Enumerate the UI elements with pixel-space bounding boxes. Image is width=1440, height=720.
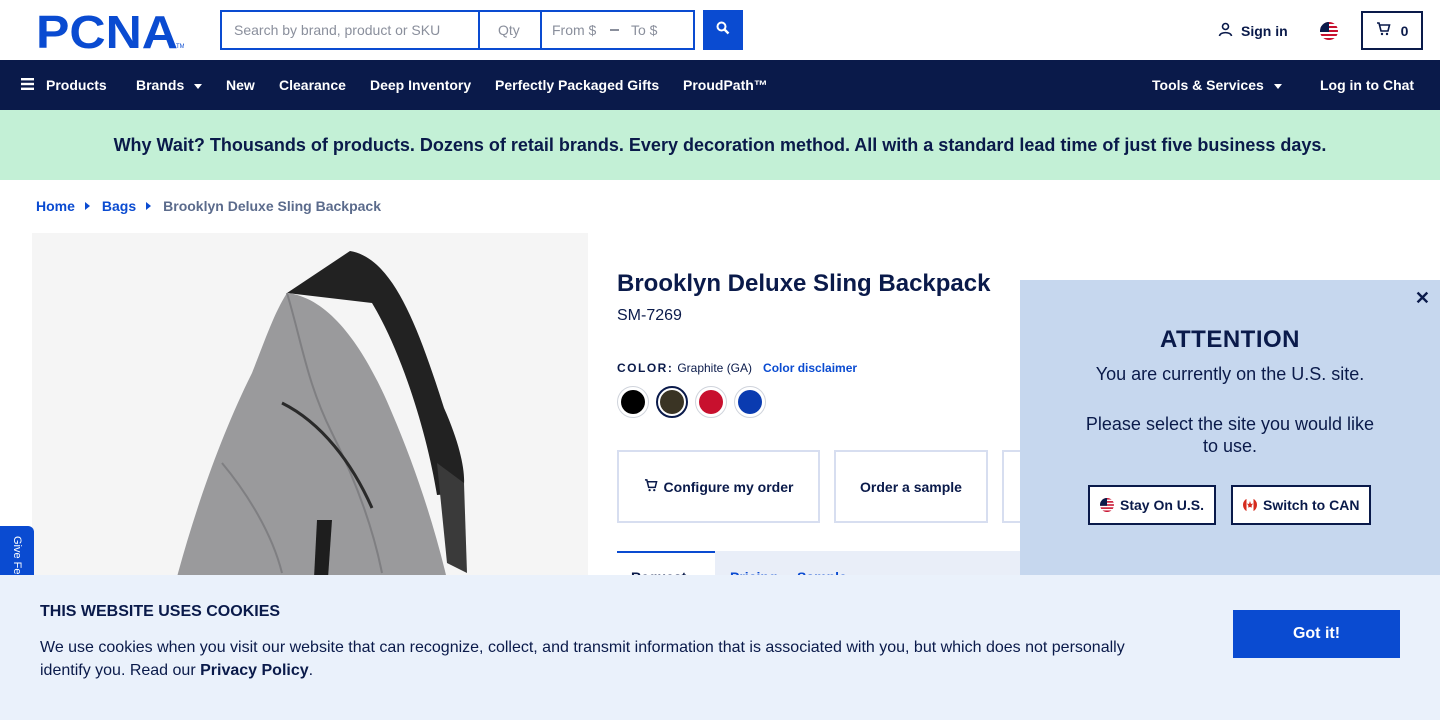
pcna-logo[interactable]: PCNA TM (36, 6, 185, 58)
nav-gifts-label: Perfectly Packaged Gifts (495, 77, 660, 93)
configure-order-label: Configure my order (663, 478, 794, 495)
nav-new-label: New (226, 77, 255, 93)
site-header: PCNA TM Sign in 0 (0, 0, 1440, 60)
attention-message: You are currently on the U.S. site. (1095, 364, 1365, 384)
breadcrumb-home[interactable]: Home (36, 198, 75, 214)
nav-brands[interactable]: Brands (136, 60, 203, 110)
nav-tools-services[interactable]: Tools & Services (1152, 60, 1282, 110)
nav-deep-inventory[interactable]: Deep Inventory (370, 60, 471, 110)
privacy-policy-link[interactable]: Privacy Policy (200, 662, 309, 679)
stay-us-button[interactable]: Stay On U.S. (1088, 485, 1217, 525)
breadcrumb: Home Bags Brooklyn Deluxe Sling Backpack (36, 198, 381, 214)
swatch-dot (699, 390, 723, 414)
cookie-text-block: We use cookies when you visit our websit… (40, 636, 1150, 682)
close-icon[interactable]: ✕ (1415, 288, 1430, 309)
chevron-down-icon (1273, 83, 1282, 89)
swatch-black[interactable] (617, 386, 649, 418)
nav-tools-label: Tools & Services (1152, 77, 1264, 93)
swatch-red[interactable] (695, 386, 727, 418)
swatch-dot (738, 390, 762, 414)
us-flag-icon (1100, 498, 1114, 512)
nav-deep-inventory-label: Deep Inventory (370, 77, 472, 93)
order-sample-label: Order a sample (860, 478, 962, 495)
price-from-input[interactable] (552, 22, 604, 38)
price-range (540, 10, 695, 50)
stay-us-label: Stay On U.S. (1120, 497, 1205, 513)
site-selector-popup: ✕ ATTENTION You are currently on the U.S… (1020, 280, 1440, 580)
chat-login-label: Log in to Chat (1320, 77, 1415, 93)
promo-text: Why Wait? Thousands of products. Dozens … (113, 134, 1327, 155)
breadcrumb-bags[interactable]: Bags (102, 198, 136, 214)
cart-icon (644, 478, 658, 495)
qty-input[interactable] (478, 10, 540, 50)
menu-icon (21, 77, 34, 93)
canada-flag-icon (1243, 498, 1257, 512)
sign-in-link[interactable]: Sign in (1218, 22, 1288, 40)
cookie-accept-button[interactable]: Got it! (1233, 610, 1400, 658)
attention-title: ATTENTION (1159, 326, 1301, 353)
nav-products[interactable]: Products (21, 60, 107, 110)
product-sku: SM-7269 (617, 307, 682, 324)
product-title: Brooklyn Deluxe Sling Backpack (617, 270, 991, 297)
configure-order-button[interactable]: Configure my order (617, 450, 820, 523)
price-dash (610, 29, 619, 31)
chevron-down-icon (194, 83, 203, 89)
us-flag-icon[interactable] (1320, 22, 1338, 40)
cart-count: 0 (1400, 22, 1409, 39)
search-input[interactable] (220, 10, 478, 50)
svg-text:PCNA: PCNA (36, 12, 178, 50)
price-to-input[interactable] (631, 22, 683, 38)
cart-icon (1376, 22, 1391, 39)
swatch-dot (660, 390, 684, 414)
cookie-banner: THIS WEBSITE USES COOKIES We use cookies… (0, 575, 1440, 720)
search-icon (716, 21, 730, 40)
main-nav: Products Brands New Clearance Deep Inven… (0, 60, 1440, 110)
nav-new[interactable]: New (226, 60, 255, 110)
svg-text:TM: TM (176, 44, 184, 50)
promo-banner: Why Wait? Thousands of products. Dozens … (0, 110, 1440, 180)
breadcrumb-arrow-icon (84, 202, 90, 210)
user-icon (1218, 22, 1233, 40)
chat-login-link[interactable]: Log in to Chat (1320, 60, 1414, 110)
search-button[interactable] (703, 10, 743, 50)
swatch-graphite[interactable] (656, 386, 688, 418)
nav-proudpath-label: ProudPath™ (683, 77, 768, 93)
color-label: COLOR: (617, 361, 674, 375)
nav-proudpath[interactable]: ProudPath™ (683, 60, 768, 110)
swatch-dot (621, 390, 645, 414)
breadcrumb-arrow-icon (146, 202, 152, 210)
cart-button[interactable]: 0 (1361, 11, 1423, 50)
search-bar (220, 10, 695, 50)
breadcrumb-current: Brooklyn Deluxe Sling Backpack (163, 198, 381, 214)
nav-brands-label: Brands (136, 77, 185, 93)
switch-can-label: Switch to CAN (1263, 497, 1360, 513)
nav-products-label: Products (46, 77, 107, 93)
order-sample-button[interactable]: Order a sample (834, 450, 988, 523)
nav-clearance[interactable]: Clearance (279, 60, 346, 110)
cookie-accept-label: Got it! (1292, 625, 1341, 642)
color-row: COLOR: Graphite (GA) Color disclaimer (617, 361, 857, 375)
nav-clearance-label: Clearance (279, 77, 346, 93)
swatch-royal-blue[interactable] (734, 386, 766, 418)
cookie-title: THIS WEBSITE USES COOKIES (40, 603, 281, 620)
color-value: Graphite (GA) (677, 361, 753, 375)
color-disclaimer-link[interactable]: Color disclaimer (763, 361, 857, 375)
nav-gifts[interactable]: Perfectly Packaged Gifts (495, 60, 659, 110)
switch-can-button[interactable]: Switch to CAN (1231, 485, 1372, 525)
sign-in-label: Sign in (1241, 23, 1288, 39)
attention-instruction: Please select the site you would like to… (1085, 414, 1375, 456)
cookie-period: . (308, 662, 314, 679)
